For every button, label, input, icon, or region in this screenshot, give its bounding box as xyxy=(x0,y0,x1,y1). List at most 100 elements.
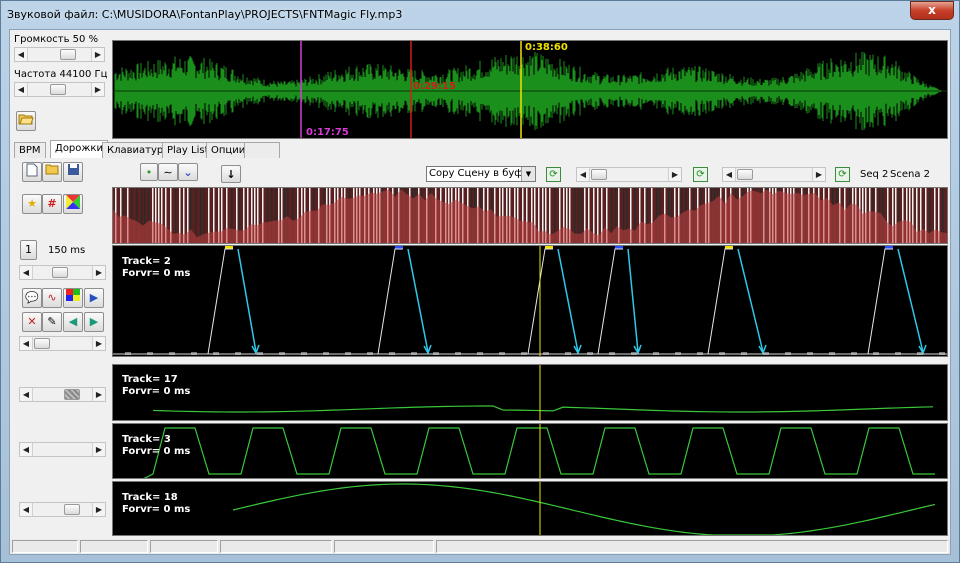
track-scroll-2-thumb[interactable] xyxy=(64,389,80,400)
volume-right-arrow[interactable]: ▶ xyxy=(91,48,104,61)
point-tool-button[interactable]: • xyxy=(140,163,158,181)
track-panel-1[interactable]: Track= 2 Forvr= 0 ms xyxy=(112,245,948,357)
track-scroll-1-thumb[interactable] xyxy=(34,338,50,349)
tempo-left-arrow[interactable]: ◀ xyxy=(20,266,33,279)
track-3-offset: Forvr= 0 ms xyxy=(122,446,191,457)
frequency-right-arrow[interactable]: ▶ xyxy=(91,83,104,96)
app-window: Звуковой файл: C:\MUSIDORA\FontanPlay\PR… xyxy=(0,0,960,563)
status-bar xyxy=(10,539,950,554)
new-button[interactable] xyxy=(22,162,42,182)
eyedropper-button[interactable]: ✎ xyxy=(42,312,62,332)
refresh-button-3[interactable]: ⟳ xyxy=(835,167,850,182)
track-scroll-3-right[interactable]: ▶ xyxy=(92,443,105,456)
track-scroll-3[interactable]: ◀ ▶ xyxy=(19,442,106,457)
scene-scroll[interactable]: ◀ ▶ xyxy=(576,167,682,182)
dot-icon: • xyxy=(145,166,153,179)
frequency-thumb[interactable] xyxy=(50,84,66,95)
timeline-overview[interactable] xyxy=(112,187,948,244)
play-button[interactable]: ▶ xyxy=(84,288,104,308)
open-audio-button[interactable] xyxy=(16,111,36,131)
curve-icon: ∼ xyxy=(163,166,173,179)
track-1-graph xyxy=(113,246,947,356)
comment-button[interactable]: 💬 xyxy=(22,288,42,308)
waveform-panel[interactable]: 0:38:60 0:29:15 0:17:75 xyxy=(112,40,948,139)
tab-tracks[interactable]: Дорожки xyxy=(50,140,108,158)
status-segment-6 xyxy=(436,540,948,553)
track-panel-4[interactable]: Track= 18 Forvr= 0 ms xyxy=(112,481,948,536)
track-3-name: Track= 3 xyxy=(122,434,171,445)
color-button[interactable] xyxy=(63,194,83,214)
title-bar: Звуковой файл: C:\MUSIDORA\FontanPlay\PR… xyxy=(1,1,959,29)
volume-thumb[interactable] xyxy=(60,49,76,60)
track-1-fall xyxy=(627,248,639,353)
move-left-button[interactable]: ◀ xyxy=(63,312,83,332)
seq-scroll-right[interactable]: ▶ xyxy=(812,168,825,181)
track-scroll-2[interactable]: ◀ ▶ xyxy=(19,387,106,402)
insert-button[interactable]: ↓ xyxy=(221,165,241,183)
window-title: Звуковой файл: C:\MUSIDORA\FontanPlay\PR… xyxy=(7,8,403,21)
seq-scroll-thumb[interactable] xyxy=(737,169,753,180)
volume-label: Громкость 50 % xyxy=(14,34,99,45)
move-right-button[interactable]: ▶ xyxy=(84,312,104,332)
track-scroll-3-left[interactable]: ◀ xyxy=(20,443,33,456)
frequency-label: Частота 44100 Гц xyxy=(14,69,108,80)
tab-extra[interactable] xyxy=(244,142,280,158)
delete-icon: ✕ xyxy=(27,315,37,328)
track-1-fall xyxy=(407,248,429,353)
tempo-thumb[interactable] xyxy=(52,267,68,278)
scene-scroll-thumb[interactable] xyxy=(591,169,607,180)
volume-left-arrow[interactable]: ◀ xyxy=(15,48,28,61)
seq-label: Seq 2 xyxy=(860,169,889,180)
status-segment-3 xyxy=(150,540,218,553)
down-curve-button[interactable]: ⌄ xyxy=(178,163,198,181)
refresh-icon: ⟳ xyxy=(696,169,705,180)
track-1-ramp xyxy=(597,248,623,355)
chevron-down-icon[interactable]: ▼ xyxy=(521,167,535,181)
seq-scroll[interactable]: ◀ ▶ xyxy=(722,167,826,182)
star-button[interactable]: ★ xyxy=(22,194,42,214)
star-icon: ★ xyxy=(27,197,37,210)
pattern-button[interactable]: # xyxy=(42,194,62,214)
track-2-line xyxy=(152,405,934,413)
curve-tool-button[interactable]: ∼ xyxy=(158,163,178,181)
track-scroll-4-left[interactable]: ◀ xyxy=(20,503,33,516)
volume-slider[interactable]: ◀ ▶ xyxy=(14,47,105,62)
track-panel-2[interactable]: Track= 17 Forvr= 0 ms xyxy=(112,364,948,421)
scene-scroll-right[interactable]: ▶ xyxy=(668,168,681,181)
refresh-button-2[interactable]: ⟳ xyxy=(693,167,708,182)
frequency-left-arrow[interactable]: ◀ xyxy=(15,83,28,96)
track-scroll-4-right[interactable]: ▶ xyxy=(92,503,105,516)
track-1-offset: Forvr= 0 ms xyxy=(122,268,191,279)
delete-button[interactable]: ✕ xyxy=(22,312,42,332)
scene-scroll-left[interactable]: ◀ xyxy=(577,168,590,181)
seq-scroll-left[interactable]: ◀ xyxy=(723,168,736,181)
track-panel-3[interactable]: Track= 3 Forvr= 0 ms xyxy=(112,423,948,479)
arrow-down-icon: ↓ xyxy=(226,168,236,181)
save-button[interactable] xyxy=(63,162,83,182)
track-scroll-4[interactable]: ◀ ▶ xyxy=(19,502,106,517)
track-scroll-2-right[interactable]: ▶ xyxy=(92,388,105,401)
rgb-button[interactable] xyxy=(63,288,83,308)
track-scroll-1-left[interactable]: ◀ xyxy=(20,337,33,350)
copy-scene-select[interactable]: Copy Сцену в буфер ▼ xyxy=(426,166,536,182)
refresh-icon: ⟳ xyxy=(838,169,847,180)
track-scroll-1[interactable]: ◀ ▶ xyxy=(19,336,106,351)
wave-button[interactable]: ∿ xyxy=(42,288,62,308)
frequency-slider[interactable]: ◀ ▶ xyxy=(14,82,105,97)
track-3-graph xyxy=(143,424,935,478)
track-scroll-1-right[interactable]: ▶ xyxy=(92,337,105,350)
track-scroll-4-thumb[interactable] xyxy=(64,504,80,515)
comment-icon: 💬 xyxy=(25,291,39,304)
tempo-right-arrow[interactable]: ▶ xyxy=(92,266,105,279)
tempo-step-button[interactable]: 1 xyxy=(20,240,37,260)
tempo-slider[interactable]: ◀ ▶ xyxy=(19,265,106,280)
track-2-graph xyxy=(152,365,934,420)
tempo-value: 150 ms xyxy=(48,245,86,256)
open-button[interactable] xyxy=(42,162,62,182)
track-4-graph xyxy=(232,482,936,535)
tab-bpm[interactable]: BPM xyxy=(14,142,46,158)
refresh-button-1[interactable]: ⟳ xyxy=(546,167,561,182)
copy-scene-value: Copy Сцену в буфер xyxy=(429,168,536,179)
track-scroll-2-left[interactable]: ◀ xyxy=(20,388,33,401)
close-button[interactable]: x xyxy=(910,1,954,20)
